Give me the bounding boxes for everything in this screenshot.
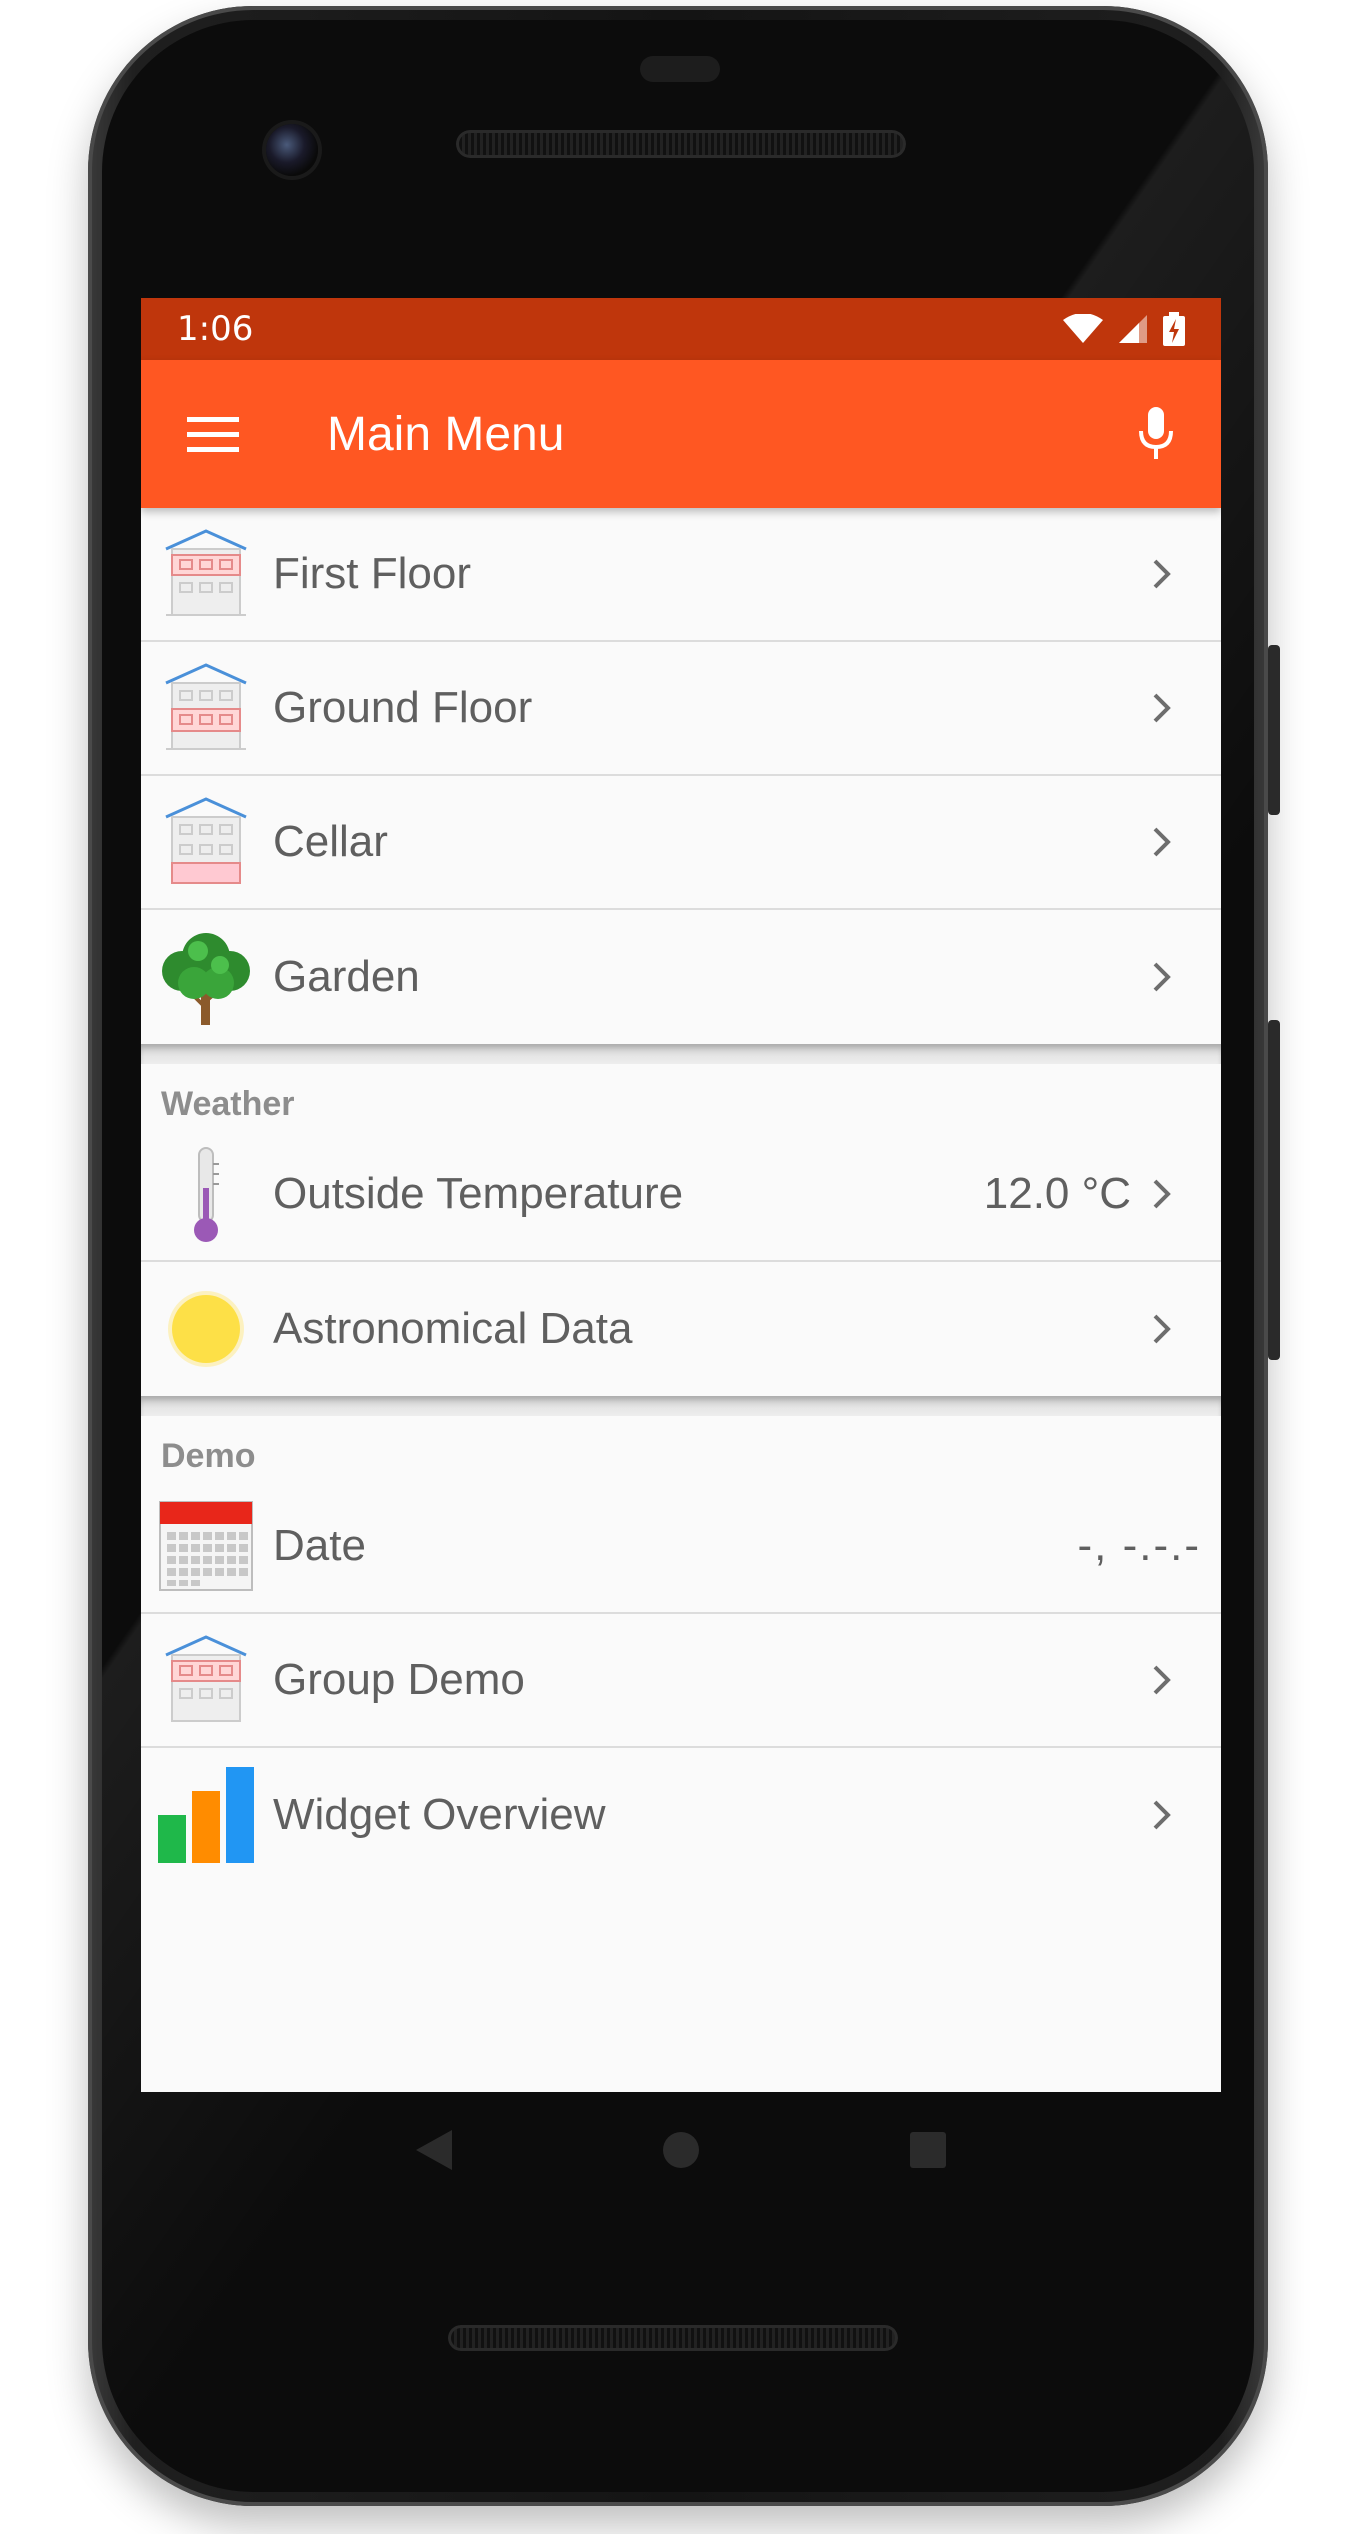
- recents-square-icon: [909, 2132, 946, 2168]
- section-header-demo: Demo: [161, 1437, 256, 1475]
- chevron-right-icon: [1151, 825, 1221, 859]
- sitemap-list: First Floor Ground Floor Cellar Garden W…: [141, 508, 1221, 1882]
- home-circle-icon: [662, 2132, 699, 2168]
- nav-home-button[interactable]: [661, 2130, 701, 2174]
- volume-button: [1268, 1020, 1280, 1360]
- chevron-right-icon: [1151, 557, 1221, 591]
- hamburger-menu-icon: [187, 417, 239, 452]
- chevron-right-icon: [1151, 691, 1221, 725]
- sun-icon: [141, 1262, 271, 1396]
- system-navigation-bar: [141, 2092, 1221, 2212]
- list-item-ground-floor[interactable]: Ground Floor: [141, 642, 1221, 776]
- status-icons: [1063, 312, 1185, 346]
- list-item-widget-overview[interactable]: Widget Overview: [141, 1748, 1221, 1882]
- chevron-right-icon: [1151, 1177, 1221, 1211]
- section-divider: [141, 1044, 1221, 1064]
- list-item-garden[interactable]: Garden: [141, 910, 1221, 1044]
- bottom-speaker: [448, 2325, 898, 2351]
- list-item-first-floor[interactable]: First Floor: [141, 508, 1221, 642]
- screen: 1:06 Main Menu First Floor Ground Floor …: [141, 298, 1221, 2092]
- list-item-label: Ground Floor: [273, 683, 533, 732]
- nav-recents-button[interactable]: [908, 2130, 948, 2174]
- microphone-icon: [1139, 407, 1173, 459]
- list-item-astronomical-data[interactable]: Astronomical Data: [141, 1262, 1221, 1396]
- chevron-right-icon: [1151, 960, 1221, 994]
- list-item-date[interactable]: Date -, -.-.-: [141, 1480, 1221, 1614]
- list-item-label: Widget Overview: [273, 1790, 606, 1839]
- wifi-icon: [1063, 314, 1103, 343]
- status-time: 1:06: [177, 309, 254, 349]
- list-item-cellar[interactable]: Cellar: [141, 776, 1221, 910]
- chevron-right-icon: [1151, 1663, 1221, 1697]
- list-item-label: Outside Temperature: [273, 1169, 684, 1218]
- house-cellar-icon: [141, 775, 271, 909]
- list-item-group-demo[interactable]: Group Demo: [141, 1614, 1221, 1748]
- page-title: Main Menu: [327, 407, 565, 461]
- earpiece-speaker: [456, 130, 906, 158]
- back-triangle-icon: [416, 2130, 453, 2170]
- chevron-right-icon: [1151, 1798, 1221, 1832]
- house-group-icon: [141, 1613, 271, 1747]
- house-ground-floor-icon: [141, 641, 271, 775]
- voice-command-button[interactable]: [1091, 360, 1221, 508]
- tree-icon: [141, 910, 271, 1044]
- bar-chart-icon: [141, 1748, 271, 1882]
- house-first-floor-icon: [141, 507, 271, 641]
- thermometer-icon: [141, 1127, 271, 1261]
- battery-charging-icon: [1163, 312, 1185, 346]
- section-divider: [141, 1396, 1221, 1416]
- list-item-label: Group Demo: [273, 1655, 525, 1704]
- nav-back-button[interactable]: [414, 2128, 454, 2176]
- section-header-weather: Weather: [161, 1085, 295, 1123]
- list-item-label: First Floor: [273, 549, 471, 598]
- chevron-right-icon: [1151, 1312, 1221, 1346]
- calendar-icon: [141, 1479, 271, 1613]
- list-item-label: Garden: [273, 952, 420, 1001]
- list-item-outside-temperature[interactable]: Outside Temperature 12.0 °C: [141, 1128, 1221, 1262]
- proximity-sensor: [640, 56, 720, 82]
- date-value: -, -.-.-: [1077, 1521, 1201, 1570]
- hamburger-menu-button[interactable]: [141, 360, 285, 508]
- front-camera: [266, 124, 318, 176]
- list-item-label: Cellar: [273, 817, 388, 866]
- list-item-label: Astronomical Data: [273, 1304, 633, 1353]
- power-button: [1268, 645, 1280, 815]
- cell-signal-icon: [1119, 315, 1147, 343]
- app-bar: Main Menu: [141, 360, 1221, 508]
- status-bar: 1:06: [141, 298, 1221, 360]
- list-item-label: Date: [273, 1521, 366, 1570]
- temperature-value: 12.0 °C: [983, 1169, 1131, 1218]
